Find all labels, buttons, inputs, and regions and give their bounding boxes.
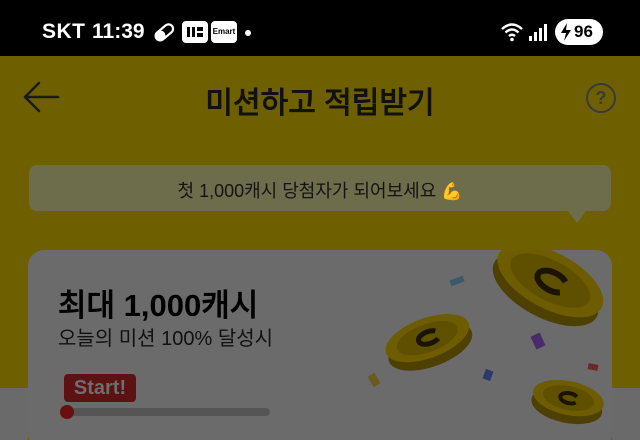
coins-illustration: [367, 250, 604, 425]
mission-progress-bar: [60, 405, 270, 419]
pill-icon: [154, 23, 175, 42]
coin-icon: [385, 314, 473, 371]
battery-indicator: 96: [555, 19, 603, 45]
page-header: 미션하고 적립받기 ?: [0, 56, 640, 140]
confetti-piece: [482, 368, 494, 382]
flexed-biceps-icon: 💪: [441, 182, 463, 201]
signal-icon: [529, 24, 547, 41]
clock: 11:39: [92, 20, 145, 43]
status-bar: SKT 11:39 Emart 96: [0, 0, 640, 56]
coin-icon: [531, 379, 604, 425]
reward-subtitle: 오늘의 미션 100% 달성시: [58, 328, 274, 350]
more-notifications-dot: [245, 30, 251, 36]
bubble-tail: [568, 211, 586, 223]
promo-bubble: 첫 1,000캐시 당첨자가 되어보세요 💪: [29, 165, 611, 223]
wifi-icon: [501, 23, 523, 42]
start-badge: Start!: [64, 374, 136, 402]
confetti-piece: [587, 363, 599, 371]
carrier-label: SKT: [42, 20, 86, 43]
notification-app-icon: [182, 21, 208, 43]
confetti-piece: [530, 332, 546, 350]
confetti-piece: [367, 372, 381, 388]
page-title: 미션하고 적립받기: [205, 87, 435, 120]
question-circle-icon[interactable]: ?: [586, 83, 616, 113]
charging-bolt-icon: [561, 23, 571, 41]
battery-level: 96: [574, 22, 593, 41]
coin-icon: [492, 250, 604, 327]
progress-marker: [60, 405, 74, 419]
promo-message: 첫 1,000캐시 당첨자가 되어보세요: [177, 181, 437, 201]
emart-app-icon: Emart: [211, 21, 237, 43]
confetti-piece: [449, 275, 465, 287]
reward-title: 최대 1,000캐시: [58, 288, 259, 323]
bottom-sheet-edge: [612, 388, 640, 440]
promo-bubble-text: 첫 1,000캐시 당첨자가 되어보세요 💪: [29, 177, 611, 203]
reward-card: 최대 1,000캐시 오늘의 미션 100% 달성시 Start!: [28, 250, 612, 440]
bottom-sheet-edge: [0, 388, 28, 440]
